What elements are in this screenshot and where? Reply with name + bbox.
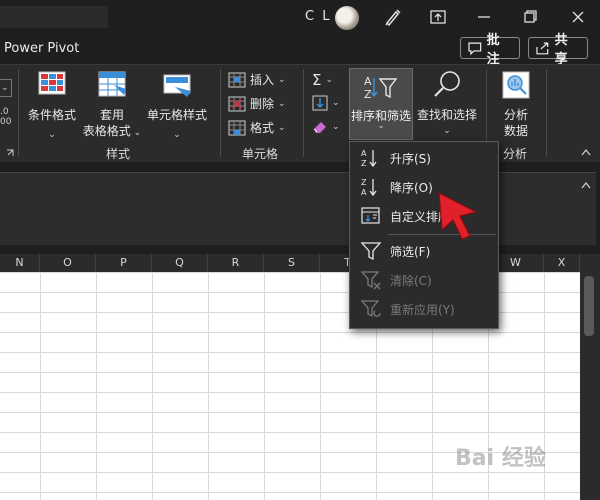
svg-text:Z: Z	[361, 178, 367, 187]
column-header[interactable]: P	[96, 254, 152, 272]
menu-item-clear: 清除(C)	[350, 267, 498, 293]
find-select-label: 查找和选择	[416, 108, 477, 122]
column-header[interactable]: Q	[152, 254, 208, 272]
clear-filter-icon	[360, 271, 381, 290]
conditional-format-icon	[38, 71, 66, 95]
share-label: 共享	[554, 33, 568, 67]
format-cells-icon	[228, 120, 246, 135]
filter-icon	[360, 242, 382, 261]
column-header[interactable]: R	[208, 254, 264, 272]
sort-filter-chevron-icon: ⌄	[377, 121, 385, 131]
analyze-data-icon	[502, 71, 530, 99]
fill-down-icon	[312, 95, 328, 111]
number-format-dropdown[interactable]: ⌄	[0, 79, 12, 97]
ribbon-display-icon[interactable]	[428, 7, 448, 27]
sort-ascending-icon: AZ	[361, 149, 377, 168]
svg-text:Z: Z	[364, 88, 372, 101]
autosum-button[interactable]: Σ ⌄	[312, 71, 333, 89]
column-header[interactable]: O	[40, 254, 96, 272]
cell-styles-icon	[163, 74, 191, 97]
cell-styles-button[interactable]: 单元格样式 ⌄	[146, 69, 208, 143]
analyze-label-1: 分析	[503, 108, 528, 122]
clear-label: 清除(C)	[390, 273, 432, 288]
reapply-label: 重新应用(Y)	[390, 302, 455, 317]
sort-filter-button[interactable]: A Z 排序和筛选 ⌄	[349, 68, 413, 140]
analysis-group-label: 分析	[503, 147, 528, 161]
delete-button[interactable]: 删除 ⌄	[228, 95, 286, 112]
close-icon[interactable]	[568, 7, 588, 27]
format-as-table-icon	[98, 71, 126, 97]
column-header[interactable]: X	[544, 254, 580, 272]
user-initials[interactable]: C L	[305, 9, 331, 24]
comment-label: 批注	[486, 33, 500, 67]
filter-label: 筛选(F)	[390, 244, 431, 259]
comment-icon	[468, 42, 482, 55]
conditional-format-label: 条件格式	[27, 108, 76, 122]
svg-text:Z: Z	[361, 159, 367, 168]
comment-button[interactable]: 批注	[460, 33, 520, 67]
format-button[interactable]: 格式 ⌄	[228, 119, 286, 136]
share-button[interactable]: 共享	[528, 33, 588, 67]
column-header[interactable]: S	[264, 254, 320, 272]
analyze-label-2: 数据	[503, 124, 528, 138]
format-as-table-button[interactable]: 套用 表格格式 ⌄	[82, 69, 142, 141]
format-label: 格式	[250, 121, 275, 135]
red-arrow-cursor-icon	[438, 191, 478, 240]
eraser-icon	[313, 122, 326, 133]
menu-item-sort-ascending[interactable]: AZ 升序(S)	[350, 145, 498, 171]
autosum-icon: Σ	[312, 71, 322, 89]
custom-sort-icon	[361, 207, 380, 224]
clear-button[interactable]: ⌄	[312, 119, 340, 135]
expanded-formula-panel	[0, 172, 596, 245]
column-header[interactable]: N	[0, 254, 40, 272]
collapse-ribbon-icon[interactable]	[580, 147, 592, 157]
user-avatar[interactable]	[335, 6, 359, 30]
cells-group-label: 单元格	[242, 147, 279, 161]
insert-label: 插入	[250, 73, 275, 87]
svg-text:A: A	[361, 149, 367, 158]
delete-cells-icon	[228, 96, 246, 111]
menu-item-reapply: 重新应用(Y)	[350, 296, 498, 322]
share-icon	[536, 42, 549, 55]
restore-icon[interactable]	[520, 7, 540, 27]
column-headers: N O P Q R S T U V W X	[0, 254, 600, 272]
collapse-formula-bar-icon[interactable]	[581, 181, 591, 189]
format-as-table-label-2: 表格格式	[82, 124, 131, 138]
fill-button[interactable]: ⌄	[312, 95, 340, 111]
cell-styles-label: 单元格样式	[146, 108, 207, 122]
pen-icon[interactable]	[383, 7, 403, 27]
conditional-format-button[interactable]: 条件格式 ⌄	[24, 69, 80, 143]
sort-descending-icon: ZA	[361, 178, 377, 197]
svg-text:A: A	[364, 75, 372, 88]
find-select-button[interactable]: 查找和选择 ⌄	[416, 69, 478, 139]
sort-descending-label: 降序(O)	[390, 180, 433, 195]
analyze-data-button[interactable]: 分析 数据	[494, 69, 538, 139]
insert-cells-icon	[228, 72, 246, 87]
decimal-partial-icon[interactable]: .0 00	[0, 107, 11, 127]
menu-row: Power Pivot 批注 共享	[0, 33, 600, 67]
sort-ascending-label: 升序(S)	[390, 151, 431, 166]
scrollbar-thumb[interactable]	[584, 276, 594, 336]
minimize-icon[interactable]	[474, 7, 494, 27]
styles-group-label: 样式	[106, 147, 131, 161]
watermark: Bai 经验	[455, 446, 546, 471]
svg-text:A: A	[361, 188, 367, 197]
tab-power-pivot[interactable]: Power Pivot	[4, 41, 79, 56]
dialog-launcher-icon[interactable]	[6, 149, 14, 157]
format-as-table-label-1: 套用	[99, 108, 124, 122]
delete-label: 删除	[250, 97, 275, 111]
insert-button[interactable]: 插入 ⌄	[228, 71, 286, 88]
reapply-filter-icon	[360, 300, 381, 318]
title-area	[0, 6, 108, 28]
formula-bar-gap	[0, 162, 600, 172]
ribbon: ⌄ .0 00 条件格式 ⌄ 套用 表格格式 ⌄ 单元格样式 ⌄ 样式 插入 ⌄…	[0, 64, 600, 163]
find-select-chevron-icon: ⌄	[443, 126, 451, 136]
sort-filter-icon: A Z	[364, 75, 398, 101]
magnifier-icon	[434, 71, 460, 97]
